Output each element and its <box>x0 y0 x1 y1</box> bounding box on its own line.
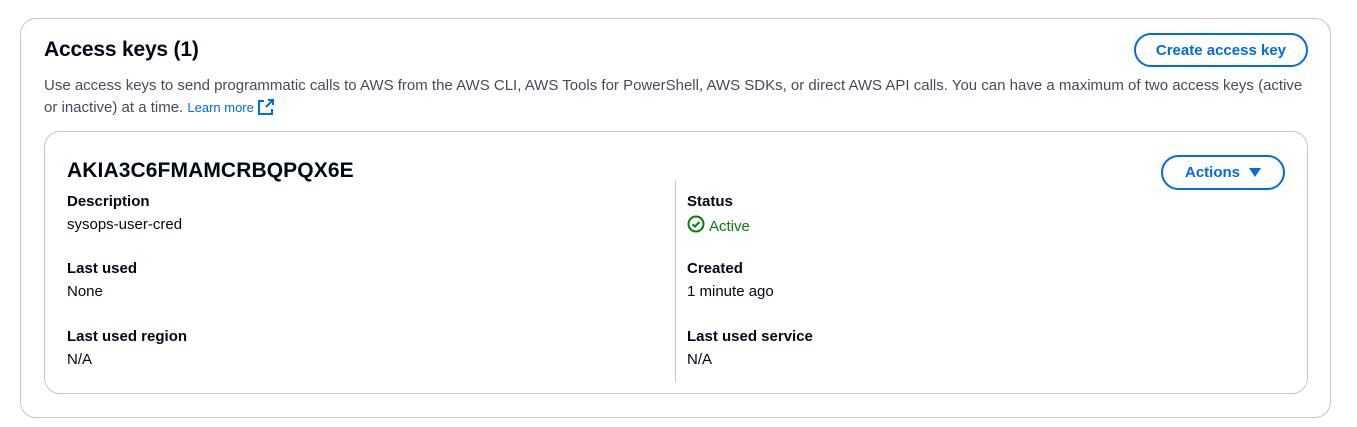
last-used-region-field: Last used region N/A <box>67 327 187 370</box>
created-field: Created 1 minute ago <box>687 259 774 302</box>
panel-title: Access keys (1) <box>44 38 199 61</box>
created-label: Created <box>687 260 743 277</box>
access-keys-panel: Access keys (1) Create access key Use ac… <box>20 18 1331 418</box>
status-field: Status Active <box>687 192 750 239</box>
create-access-key-button[interactable]: Create access key <box>1133 33 1308 67</box>
actions-button[interactable]: Actions <box>1160 155 1285 190</box>
last-used-label: Last used <box>67 260 138 277</box>
created-value: 1 minute ago <box>687 283 774 300</box>
status-value: Active <box>709 218 750 235</box>
caret-down-icon <box>1249 168 1261 177</box>
description-value: sysops-user-cred <box>67 216 183 233</box>
last-used-field: Last used None <box>67 259 137 302</box>
access-key-card: AKIA3C6FMAMCRBQPQX6E Actions Description… <box>44 131 1308 394</box>
last-used-region-value: N/A <box>67 351 93 368</box>
learn-more-label: Learn more <box>187 100 254 115</box>
description-label: Description <box>67 193 150 210</box>
status-label: Status <box>687 193 733 210</box>
last-used-service-value: N/A <box>687 351 713 368</box>
last-used-region-label: Last used region <box>67 328 188 345</box>
check-circle-icon <box>687 215 705 239</box>
access-key-id: AKIA3C6FMAMCRBQPQX6E <box>67 159 354 182</box>
description-field: Description sysops-user-cred <box>67 192 182 235</box>
last-used-service-field: Last used service N/A <box>687 327 813 370</box>
external-link-icon <box>257 99 274 122</box>
column-divider <box>675 180 676 382</box>
status-badge: Active <box>687 215 750 239</box>
learn-more-link[interactable]: Learn more <box>187 99 274 115</box>
last-used-service-label: Last used service <box>687 328 813 345</box>
last-used-value: None <box>67 283 103 300</box>
actions-button-label: Actions <box>1184 164 1240 181</box>
panel-description: Use access keys to send programmatic cal… <box>44 75 1314 122</box>
